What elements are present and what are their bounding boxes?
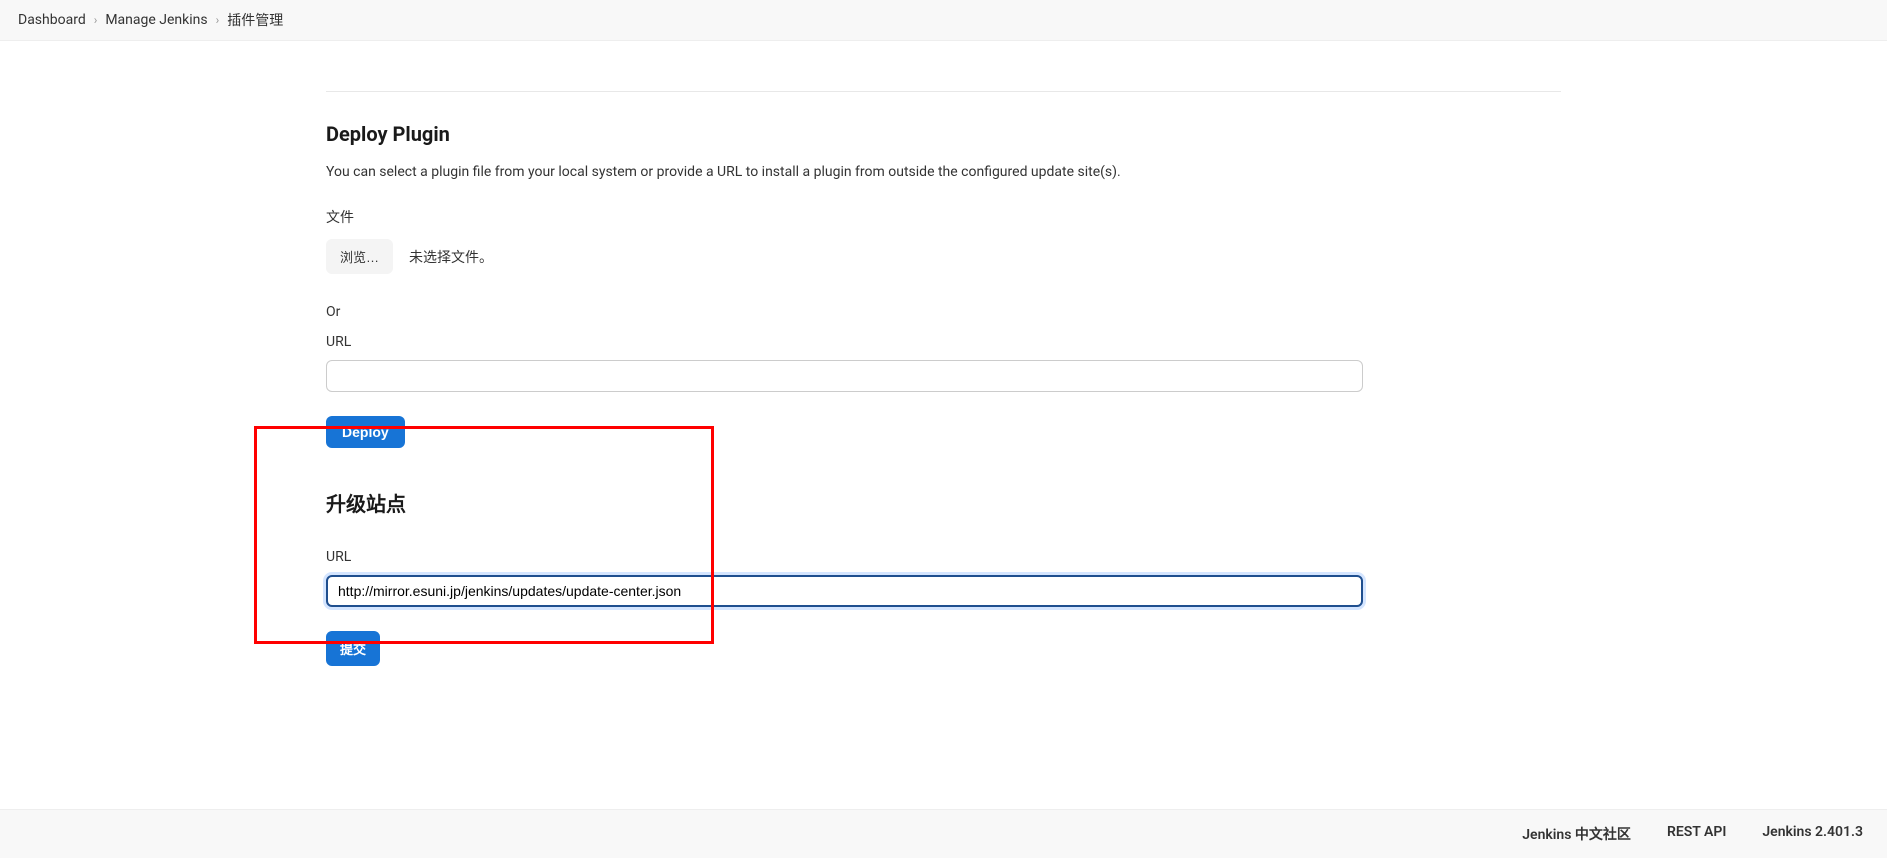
upgrade-site-section: 升级站点 URL 提交 <box>326 488 1561 666</box>
deploy-url-input[interactable] <box>326 360 1363 392</box>
breadcrumb-manage-jenkins[interactable]: Manage Jenkins <box>105 12 207 28</box>
chevron-right-icon: › <box>216 13 220 27</box>
chevron-right-icon: › <box>94 13 98 27</box>
deploy-plugin-section: Deploy Plugin You can select a plugin fi… <box>326 91 1561 448</box>
or-label: Or <box>326 304 1561 320</box>
deploy-plugin-description: You can select a plugin file from your l… <box>326 162 1561 183</box>
upgrade-site-heading: 升级站点 <box>326 488 1561 517</box>
submit-button[interactable]: 提交 <box>326 631 380 666</box>
upgrade-url-label: URL <box>326 549 1561 565</box>
section-divider <box>326 91 1561 92</box>
breadcrumb-plugin-manager[interactable]: 插件管理 <box>227 10 283 30</box>
file-picker-row: 浏览… 未选择文件。 <box>326 239 1561 274</box>
deploy-url-label: URL <box>326 334 1561 350</box>
browse-button[interactable]: 浏览… <box>326 239 393 274</box>
footer-version-link[interactable]: Jenkins 2.401.3 <box>1762 824 1863 844</box>
breadcrumb-dashboard[interactable]: Dashboard <box>18 12 86 28</box>
footer: Jenkins 中文社区 REST API Jenkins 2.401.3 <box>0 809 1887 858</box>
file-label: 文件 <box>326 207 1561 227</box>
deploy-plugin-heading: Deploy Plugin <box>326 122 1561 146</box>
footer-community-link[interactable]: Jenkins 中文社区 <box>1522 824 1631 844</box>
deploy-button[interactable]: Deploy <box>326 416 405 448</box>
footer-rest-api-link[interactable]: REST API <box>1667 824 1726 844</box>
breadcrumb: Dashboard › Manage Jenkins › 插件管理 <box>0 0 1887 41</box>
main-content: Deploy Plugin You can select a plugin fi… <box>0 41 1887 706</box>
file-status-text: 未选择文件。 <box>409 247 493 267</box>
upgrade-url-input[interactable] <box>326 575 1363 607</box>
